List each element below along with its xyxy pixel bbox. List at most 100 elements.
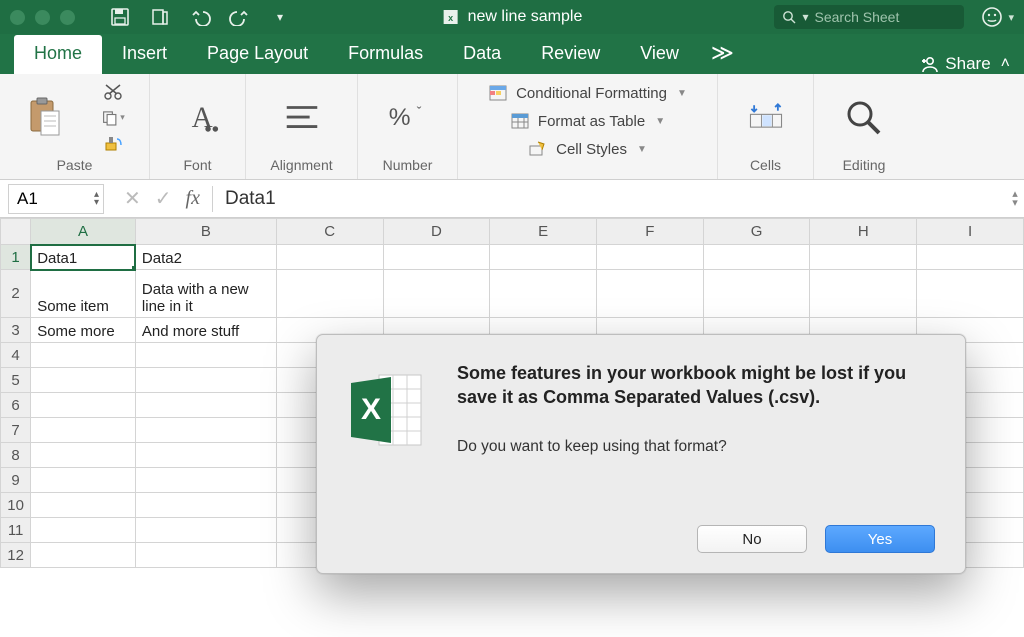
traffic-minimize[interactable] — [35, 10, 50, 25]
cell[interactable] — [135, 393, 276, 418]
row-header[interactable]: 7 — [1, 418, 31, 443]
cell[interactable]: Some item — [31, 270, 136, 318]
cell[interactable] — [383, 270, 490, 318]
tab-review[interactable]: Review — [521, 35, 620, 74]
search-sheet-box[interactable]: ▾ Search Sheet — [774, 5, 964, 29]
col-header-f[interactable]: F — [597, 219, 704, 245]
tab-home[interactable]: Home — [14, 35, 102, 74]
row-header[interactable]: 4 — [1, 343, 31, 368]
cell[interactable]: Data1 — [31, 245, 136, 270]
select-all-corner[interactable] — [1, 219, 31, 245]
cell[interactable]: Some more — [31, 318, 136, 343]
alignment-button[interactable] — [281, 97, 323, 139]
feedback-dropdown-icon[interactable]: ▾ — [1008, 11, 1014, 24]
tab-overflow-icon[interactable]: ≫ — [699, 32, 746, 74]
col-header-e[interactable]: E — [490, 219, 597, 245]
cell[interactable] — [31, 468, 136, 493]
tab-view[interactable]: View — [620, 35, 699, 74]
format-as-table-button[interactable]: Format as Table▼ — [510, 112, 665, 130]
name-box[interactable]: A1 ▴▾ — [8, 184, 104, 214]
cancel-formula-icon[interactable]: ✕ — [124, 186, 141, 211]
cell[interactable] — [31, 493, 136, 518]
cut-icon[interactable] — [101, 82, 125, 102]
editing-button[interactable] — [843, 97, 885, 139]
cell[interactable] — [276, 245, 383, 270]
tab-data[interactable]: Data — [443, 35, 521, 74]
row-header[interactable]: 6 — [1, 393, 31, 418]
copy-icon[interactable]: ▾ — [101, 108, 125, 128]
fx-label[interactable]: fx — [186, 187, 200, 210]
cell[interactable] — [810, 270, 917, 318]
row-header[interactable]: 9 — [1, 468, 31, 493]
col-header-g[interactable]: G — [703, 219, 810, 245]
col-header-b[interactable]: B — [135, 219, 276, 245]
cell[interactable]: Data2 — [135, 245, 276, 270]
dialog-no-button[interactable]: No — [697, 525, 807, 553]
cell[interactable] — [597, 270, 704, 318]
traffic-close[interactable] — [10, 10, 25, 25]
formula-input[interactable]: Data1 — [213, 188, 1010, 210]
qat-dropdown-icon[interactable]: ▾ — [267, 5, 293, 29]
cell[interactable] — [135, 543, 276, 568]
cell[interactable] — [917, 245, 1024, 270]
cell[interactable] — [135, 493, 276, 518]
window-traffic-lights[interactable] — [10, 10, 75, 25]
row-header[interactable]: 11 — [1, 518, 31, 543]
collapse-ribbon-icon[interactable]: ˄ — [1001, 55, 1010, 73]
col-header-a[interactable]: A — [31, 219, 136, 245]
cell[interactable] — [135, 468, 276, 493]
row-header[interactable]: 1 — [1, 245, 31, 270]
cell[interactable] — [31, 543, 136, 568]
row-header[interactable]: 10 — [1, 493, 31, 518]
cell[interactable] — [31, 518, 136, 543]
name-box-stepper[interactable]: ▴▾ — [94, 191, 99, 207]
cell[interactable] — [490, 245, 597, 270]
accept-formula-icon[interactable]: ✓ — [155, 186, 172, 211]
feedback-smile-icon[interactable] — [980, 5, 1004, 29]
cell[interactable] — [383, 245, 490, 270]
col-header-d[interactable]: D — [383, 219, 490, 245]
row-header[interactable]: 2 — [1, 270, 31, 318]
row-header[interactable]: 8 — [1, 443, 31, 468]
redo-icon[interactable] — [227, 5, 253, 29]
number-button[interactable]: %ˇ — [387, 97, 429, 139]
cells-button[interactable] — [745, 97, 787, 139]
cell[interactable]: And more stuff — [135, 318, 276, 343]
paste-button[interactable] — [24, 97, 66, 139]
tab-insert[interactable]: Insert — [102, 35, 187, 74]
cell[interactable] — [135, 368, 276, 393]
cell[interactable]: Data with a new line in it — [135, 270, 276, 318]
cell[interactable] — [135, 518, 276, 543]
font-button[interactable]: A — [177, 97, 219, 139]
save-icon[interactable] — [107, 5, 133, 29]
cell[interactable] — [31, 393, 136, 418]
dialog-yes-button[interactable]: Yes — [825, 525, 935, 553]
format-painter-icon[interactable] — [101, 134, 125, 154]
cell[interactable] — [917, 270, 1024, 318]
cell[interactable] — [597, 245, 704, 270]
tab-page-layout[interactable]: Page Layout — [187, 35, 328, 74]
row-header[interactable]: 5 — [1, 368, 31, 393]
cell[interactable] — [31, 343, 136, 368]
col-header-h[interactable]: H — [810, 219, 917, 245]
traffic-zoom[interactable] — [60, 10, 75, 25]
col-header-c[interactable]: C — [276, 219, 383, 245]
cell[interactable] — [490, 270, 597, 318]
cell[interactable] — [810, 245, 917, 270]
print-icon[interactable] — [147, 5, 173, 29]
cell[interactable] — [31, 368, 136, 393]
cell-styles-button[interactable]: Cell Styles▼ — [528, 140, 647, 158]
share-button[interactable]: Share — [919, 54, 990, 74]
formula-expand-icon[interactable]: ▴▾ — [1010, 190, 1024, 208]
cell[interactable] — [135, 443, 276, 468]
row-header[interactable]: 3 — [1, 318, 31, 343]
tab-formulas[interactable]: Formulas — [328, 35, 443, 74]
conditional-formatting-button[interactable]: Conditional Formatting▼ — [488, 84, 687, 102]
cell[interactable] — [31, 443, 136, 468]
cell[interactable] — [703, 245, 810, 270]
cell[interactable] — [135, 343, 276, 368]
column-header-row[interactable]: A B C D E F G H I — [1, 219, 1024, 245]
undo-icon[interactable] — [187, 5, 213, 29]
cell[interactable] — [31, 418, 136, 443]
cell[interactable] — [276, 270, 383, 318]
